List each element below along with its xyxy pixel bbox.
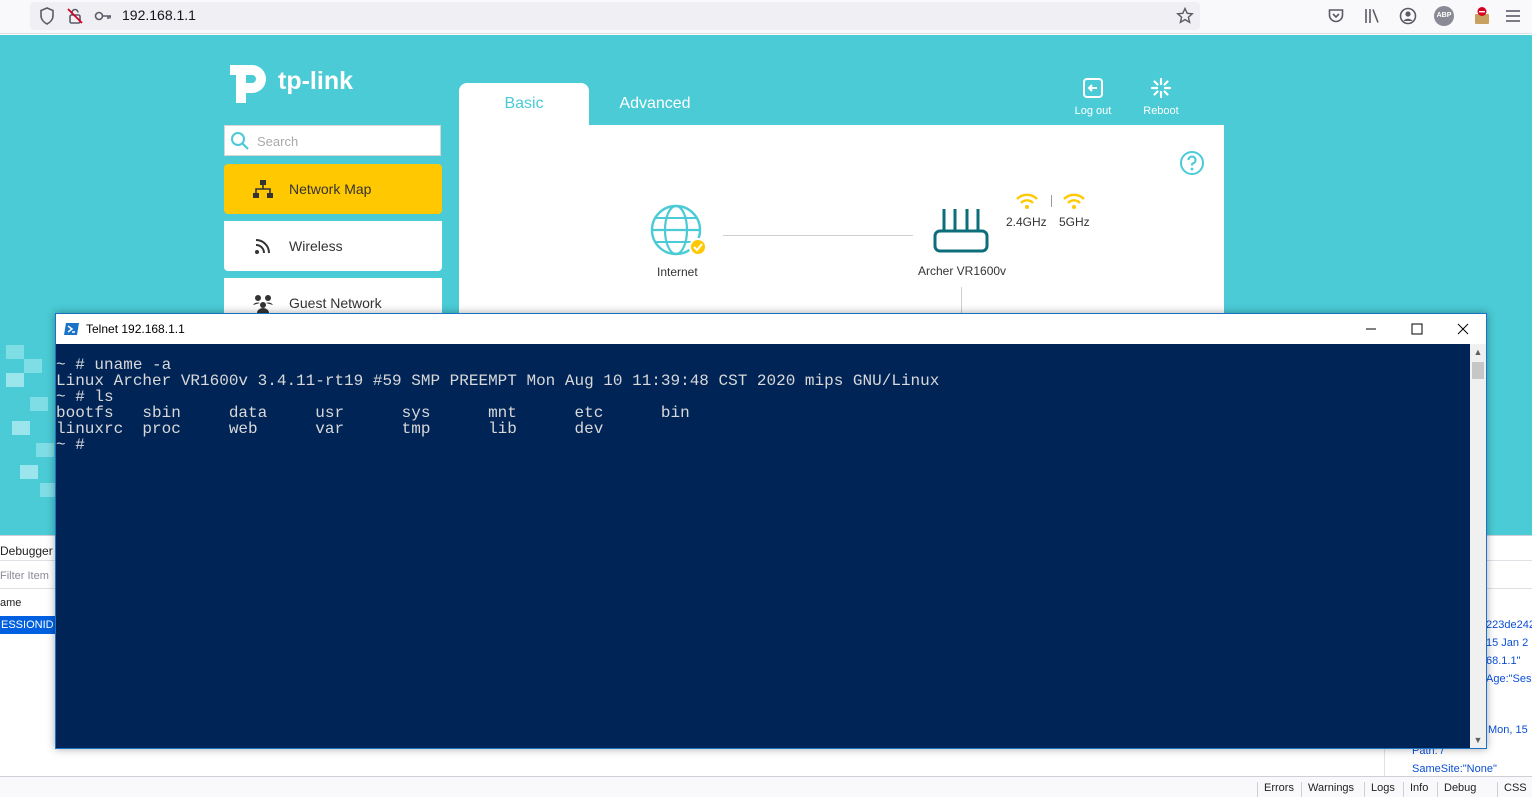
scroll-down-icon[interactable]: ▼ [1470,732,1486,748]
help-icon[interactable] [1179,150,1205,176]
menu-label-network-map: Network Map [289,181,372,197]
library-icon[interactable] [1362,6,1382,26]
devtools-filter-input[interactable]: Filter Item [0,570,49,582]
network-map-icon [253,180,273,198]
devtools-tab-debugger[interactable]: Debugger [0,544,53,558]
tp-link-logo[interactable]: tp-link [222,55,362,107]
router-device-icon[interactable] [931,205,991,255]
logout-label: Log out [1074,105,1112,117]
reboot-label: Reboot [1143,105,1179,117]
detail-line: 15 Jan 2 [1486,637,1529,649]
connection-line [723,235,913,236]
search-box[interactable] [224,125,441,156]
terminal-line: ~ # uname -a [56,356,172,374]
adblock-extension-icon[interactable]: ABP [1434,6,1454,26]
telnet-title: Telnet 192.168.1.1 [86,322,185,336]
screen: 192.168.1.1 ABP tp-link Basic Advanced L… [0,0,1532,797]
menu-hamburger-icon[interactable] [1503,6,1523,26]
console-filter-warnings[interactable]: Warnings [1301,782,1354,797]
close-icon[interactable] [1440,314,1486,344]
menu-label-wireless: Wireless [289,238,343,254]
wireless-icon [255,239,270,254]
bookmark-star-icon[interactable] [1175,6,1195,26]
insecure-lock-icon[interactable] [65,6,85,26]
powershell-icon [64,323,79,335]
console-filter-bar: Errors Warnings Logs Info Debug CSS [0,776,1532,797]
key-icon[interactable] [93,6,113,26]
internet-label: Internet [657,265,698,279]
router-label: Archer VR1600v [918,264,1007,278]
detail-line: 68.1.1" [1486,655,1521,667]
guest-network-icon [253,295,273,313]
browser-toolbar: 192.168.1.1 ABP [0,0,1532,34]
devtools-selected-row[interactable]: ESSIONID [0,616,56,634]
menu-item-wireless[interactable]: Wireless [224,221,442,271]
url-text[interactable]: 192.168.1.1 [122,7,196,23]
decorative-pattern [6,345,58,497]
logout-button[interactable]: Log out [1063,77,1123,117]
reboot-icon [1150,77,1172,99]
tab-advanced[interactable]: Advanced [590,83,720,125]
menu-label-guest-network: Guest Network [289,295,382,311]
console-filter-css[interactable]: CSS [1497,782,1527,797]
search-input[interactable] [257,131,433,151]
pocket-icon[interactable] [1326,6,1346,26]
devtools-detail: 223de242 15 Jan 2 68.1.1" Age:"Sess [1486,616,1532,688]
internet-globe-icon[interactable] [649,203,707,259]
terminal-line: Linux Archer VR1600v 3.4.11-rt19 #59 SMP… [56,372,940,390]
maximize-icon[interactable] [1394,314,1440,344]
account-icon[interactable] [1398,6,1418,26]
terminal-line: ~ # ls [56,388,114,406]
wifi-24ghz-icon[interactable] [1015,193,1039,209]
band-divider [1051,195,1052,207]
search-icon [231,132,249,150]
terminal-prompt: ~ # [56,436,85,454]
telnet-titlebar[interactable]: Telnet 192.168.1.1 [56,314,1486,344]
logout-icon [1083,78,1103,98]
url-bar[interactable] [30,2,1200,30]
minimize-icon[interactable] [1348,314,1394,344]
console-filter-logs[interactable]: Logs [1364,782,1395,797]
tab-basic[interactable]: Basic [459,83,589,125]
band-24ghz-label: 2.4GHz [1006,215,1047,229]
scrollbar-thumb[interactable] [1472,362,1484,379]
terminal-line: linuxrc proc web var tmp lib dev [56,420,604,438]
console-filter-info[interactable]: Info [1403,782,1428,797]
logo-text: tp-link [278,67,353,95]
wifi-5ghz-icon[interactable] [1062,193,1086,209]
extension-badge-icon[interactable] [1472,6,1492,26]
menu-item-network-map[interactable]: Network Map [224,164,442,214]
detail-line: Age:"Sess [1486,673,1532,685]
shield-icon[interactable] [37,6,57,26]
telnet-window[interactable]: Telnet 192.168.1.1 ~ # uname -a Linux Ar… [55,313,1487,749]
detail-line: Mon, 15 [1488,724,1528,736]
terminal-output[interactable]: ~ # uname -a Linux Archer VR1600v 3.4.11… [56,344,1470,748]
reboot-button[interactable]: Reboot [1131,77,1191,117]
scroll-up-icon[interactable]: ▲ [1470,344,1486,360]
console-filter-errors[interactable]: Errors [1257,782,1294,797]
detail-line: 223de242 [1486,619,1532,631]
band-5ghz-label: 5GHz [1059,215,1090,229]
devtools-column-name[interactable]: ame [0,597,21,609]
terminal-line: bootfs sbin data usr sys mnt etc bin [56,404,690,422]
console-filter-debug[interactable]: Debug [1437,782,1476,797]
terminal-scrollbar[interactable]: ▲ ▼ [1470,344,1486,748]
